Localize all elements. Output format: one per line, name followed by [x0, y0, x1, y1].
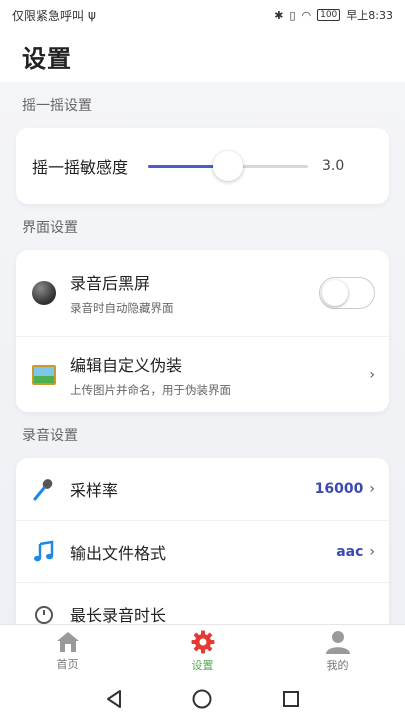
gear-icon	[191, 630, 214, 654]
sample-rate-row[interactable]: 采样率 16000 ›	[16, 458, 389, 520]
shake-card: 摇一摇敏感度 3.0	[16, 128, 389, 204]
system-nav-bar	[0, 678, 405, 720]
sample-rate-label: 采样率	[70, 481, 119, 500]
picture-icon	[32, 364, 56, 385]
bluetooth-icon: ✱	[274, 8, 284, 22]
disguise-text: 编辑自定义伪装 上传图片并命名，用于伪装界面	[70, 352, 363, 398]
sensitivity-row: 摇一摇敏感度 3.0	[16, 128, 389, 204]
record-card: 采样率 16000 › 输出文件格式 aac › 最长录音时长	[16, 458, 389, 624]
sensitivity-label: 摇一摇敏感度	[32, 158, 129, 177]
app-header: 设置	[0, 30, 405, 82]
tab-settings[interactable]: 设置	[135, 625, 270, 678]
home-circle-icon[interactable]	[192, 689, 212, 709]
chevron-right-icon: ›	[369, 481, 375, 497]
ui-card: 录音后黑屏 录音时自动隐藏界面 编辑自定义伪装 上传图片并命名，用于伪装界面 ›	[16, 250, 389, 412]
black-ball-icon	[32, 281, 56, 305]
section-title-record: 录音设置	[22, 428, 78, 444]
status-left: 仅限紧急呼叫 ψ	[12, 7, 96, 24]
tab-profile[interactable]: 我的	[270, 625, 405, 678]
tab-home[interactable]: 首页	[0, 625, 135, 678]
black-screen-subtitle: 录音时自动隐藏界面	[70, 301, 174, 315]
chevron-right-icon: ›	[369, 543, 375, 560]
timer-icon	[35, 605, 53, 624]
recents-icon[interactable]	[282, 690, 300, 708]
sensitivity-slider[interactable]	[148, 151, 309, 181]
black-screen-toggle[interactable]	[319, 277, 375, 309]
black-screen-title: 录音后黑屏	[70, 274, 151, 293]
format-value: aac	[336, 543, 364, 560]
black-screen-row[interactable]: 录音后黑屏 录音时自动隐藏界面	[16, 250, 389, 336]
microphone-icon	[33, 479, 53, 501]
section-title-ui: 界面设置	[22, 220, 78, 236]
home-icon	[56, 632, 79, 652]
disguise-row[interactable]: 编辑自定义伪装 上传图片并命名，用于伪装界面 ›	[16, 336, 389, 412]
wifi-icon: ◠	[301, 8, 312, 22]
status-bar: 仅限紧急呼叫 ψ ✱ ▯ ◠ 100 早上8:33	[0, 0, 405, 30]
format-label: 输出文件格式	[70, 543, 167, 563]
carrier-text: 仅限紧急呼叫	[12, 8, 85, 23]
black-screen-text: 录音后黑屏 录音时自动隐藏界面	[70, 270, 319, 316]
disguise-subtitle: 上传图片并命名，用于伪装界面	[70, 382, 231, 397]
toggle-knob	[322, 280, 348, 306]
page-title: 设置	[22, 44, 72, 73]
chevron-right-icon: ›	[369, 366, 375, 383]
battery-icon: 100	[317, 9, 341, 21]
usb-icon: ψ	[88, 8, 96, 22]
clock: 早上8:33	[346, 9, 393, 22]
tab-home-label: 首页	[56, 658, 79, 671]
max-duration-row[interactable]: 最长录音时长	[16, 582, 389, 624]
sensitivity-value: 3.0	[322, 158, 345, 174]
slider-thumb[interactable]	[213, 151, 244, 181]
disguise-title: 编辑自定义伪装	[70, 355, 183, 375]
back-icon[interactable]	[105, 689, 123, 709]
section-title-shake: 摇一摇设置	[22, 98, 92, 114]
sample-rate-value: 16000	[314, 481, 364, 497]
tab-profile-label: 我的	[326, 659, 349, 672]
max-duration-label: 最长录音时长	[70, 605, 167, 625]
person-icon	[325, 631, 350, 654]
music-note-icon	[34, 540, 54, 561]
status-right: ✱ ▯ ◠ 100 早上8:33	[274, 7, 393, 23]
vibrate-icon: ▯	[289, 8, 296, 22]
settings-content[interactable]: 摇一摇设置 摇一摇敏感度 3.0 界面设置 录音后黑屏 录音时自动隐藏界面 编辑…	[0, 82, 405, 624]
tab-settings-label: 设置	[191, 659, 214, 672]
bottom-tab-bar: 首页 设置 我的	[0, 624, 405, 678]
format-row[interactable]: 输出文件格式 aac ›	[16, 520, 389, 582]
